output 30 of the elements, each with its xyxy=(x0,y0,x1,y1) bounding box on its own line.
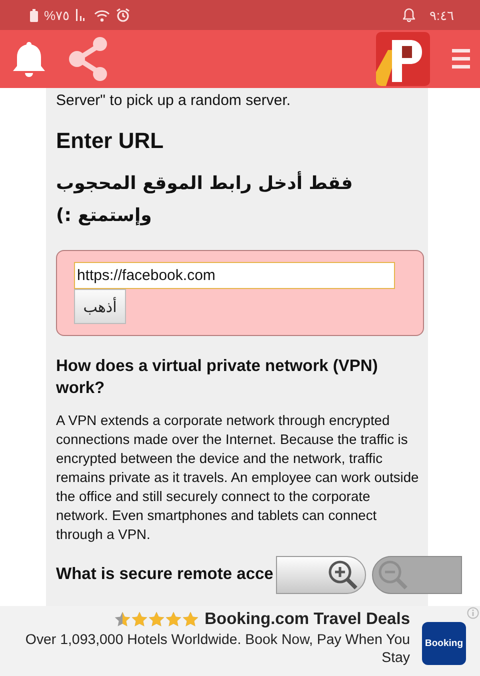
menu-icon[interactable] xyxy=(452,47,470,71)
zoom-in-icon xyxy=(327,559,359,591)
go-button[interactable]: أذهب xyxy=(74,289,126,324)
clock-time: ٩:٤٦ xyxy=(429,8,454,22)
wifi-icon xyxy=(94,8,110,22)
app-logo-icon[interactable] xyxy=(376,32,430,86)
star-icon xyxy=(148,611,165,628)
notification-icon xyxy=(403,8,416,22)
battery-icon xyxy=(30,8,38,22)
paragraph: A VPN extends a corporate network through encrypted connections made over the Internet. Because the traffic is encrypted between the device and the network, traffic remains private as it travels. An employee can work outside the office and still securely connect to the corporate network. Even smartphones and tablets can connect through a VPN. xyxy=(56,412,420,544)
battery-percent: %٧٥ xyxy=(44,8,70,22)
star-icon xyxy=(164,611,182,628)
section-heading: What is secure remote acce xyxy=(56,564,274,585)
bell-icon[interactable] xyxy=(12,40,46,78)
info-icon[interactable] xyxy=(467,607,479,619)
star-icon xyxy=(114,611,131,628)
url-input-field[interactable]: https://facebook.com xyxy=(74,262,395,289)
star-icon xyxy=(130,611,148,628)
zoom-in-button[interactable] xyxy=(276,556,366,594)
zoom-out-icon xyxy=(377,559,409,591)
ad-logo[interactable]: Booking xyxy=(422,622,466,665)
star-icon xyxy=(182,611,199,628)
ad-description: Over 1,093,000 Hotels Worldwide. Book Now, Pay When You Stay xyxy=(24,631,410,667)
intro-text: Server" to pick up a random server. xyxy=(56,91,292,110)
ad-title[interactable]: Booking.com Travel Deals xyxy=(204,610,410,629)
section-heading: How does a virtual private network (VPN) work? xyxy=(56,356,379,399)
alarm-icon xyxy=(116,8,130,22)
share-icon[interactable] xyxy=(68,37,110,81)
arabic-prompt: فقط أدخل رابط الموقع المحجوب وإستمتع :) xyxy=(56,170,354,228)
section-title: Enter URL xyxy=(56,128,165,154)
